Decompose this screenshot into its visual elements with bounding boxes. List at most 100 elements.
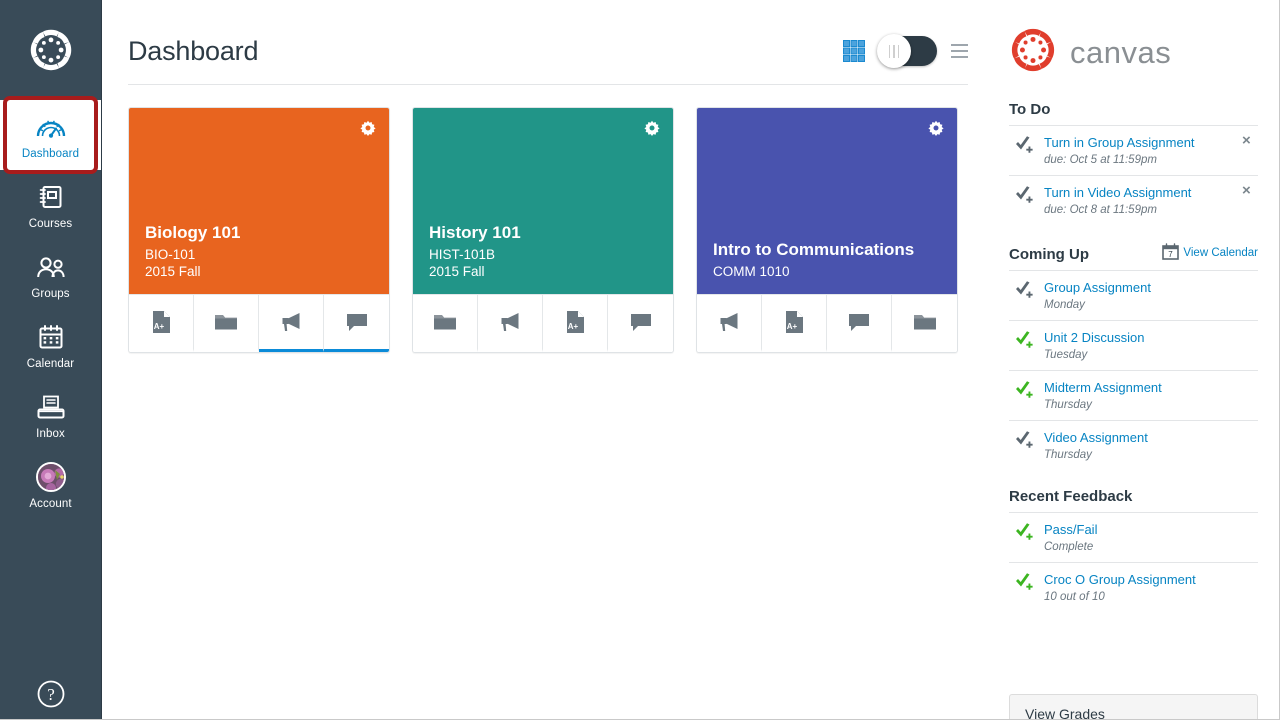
todo-item-link[interactable]: Turn in Group Assignment	[1044, 134, 1233, 151]
announcements-icon[interactable]	[697, 295, 762, 352]
svg-text:A+: A+	[153, 322, 164, 331]
sidebar-item-label: Calendar	[26, 357, 75, 370]
coming-up-item-link[interactable]: Unit 2 Discussion	[1044, 329, 1258, 346]
view-grades-label: View Grades	[1025, 706, 1105, 720]
feedback-item-link[interactable]: Pass/Fail	[1044, 521, 1258, 538]
account-avatar-icon	[35, 460, 66, 494]
list-item[interactable]: Midterm Assignment Thursday	[1009, 371, 1258, 421]
course-card-code: COMM 1010	[713, 264, 790, 279]
list-item-body: Turn in Video Assignment due: Oct 8 at 1…	[1044, 184, 1233, 218]
sidebar-item-label: Courses	[28, 217, 73, 230]
view-grades-button[interactable]: View Grades	[1009, 694, 1258, 720]
announcements-icon[interactable]	[478, 295, 543, 352]
files-icon[interactable]	[892, 295, 957, 352]
list-item-body: Turn in Group Assignment due: Oct 5 at 1…	[1044, 134, 1233, 168]
assignments-icon[interactable]: A+	[762, 295, 827, 352]
todo-section: To Do Turn in Group Assignment due: Oct …	[1009, 101, 1258, 225]
global-navigation: Dashboard Courses Groups Calendar Inbox …	[0, 0, 102, 720]
coming-up-title: Coming Up	[1009, 246, 1089, 263]
list-item[interactable]: Turn in Group Assignment due: Oct 5 at 1…	[1009, 126, 1258, 176]
coming-up-header: Coming Up 7 View Calendar	[1009, 243, 1258, 270]
list-item[interactable]: Video Assignment Thursday	[1009, 421, 1258, 470]
close-icon[interactable]: ×	[1242, 133, 1258, 148]
svg-text:A+: A+	[567, 322, 578, 331]
discussions-icon[interactable]	[827, 295, 892, 352]
sidebar-item-groups[interactable]: Groups	[0, 240, 101, 310]
dashboard-icon	[36, 110, 66, 144]
announcements-icon[interactable]	[259, 295, 324, 352]
sidebar-item-courses[interactable]: Courses	[0, 170, 101, 240]
feedback-item-link[interactable]: Croc O Group Assignment	[1044, 571, 1258, 588]
course-card-actions: A+	[129, 294, 389, 352]
course-card-actions: A+	[697, 294, 957, 352]
list-item[interactable]: Turn in Video Assignment due: Oct 8 at 1…	[1009, 176, 1258, 225]
gear-icon[interactable]	[644, 120, 660, 136]
coming-up-item-link[interactable]: Video Assignment	[1044, 429, 1258, 446]
svg-text:?: ?	[47, 685, 55, 704]
todo-item-due: due: Oct 5 at 11:59pm	[1044, 154, 1157, 166]
files-icon[interactable]	[413, 295, 478, 352]
course-card-title: Intro to Communications	[713, 240, 915, 259]
assignment-check-gray-icon	[1015, 429, 1035, 448]
recent-feedback-title: Recent Feedback	[1009, 488, 1133, 505]
dashboard-view-toggle[interactable]	[877, 34, 937, 68]
sidebar-item-label: Groups	[31, 287, 70, 300]
list-item-body: Croc O Group Assignment 10 out of 10	[1044, 571, 1258, 605]
sidebar-item-dashboard[interactable]: Dashboard	[0, 96, 101, 174]
list-item[interactable]: Unit 2 Discussion Tuesday	[1009, 321, 1258, 371]
list-item-body: Video Assignment Thursday	[1044, 429, 1258, 463]
avatar	[35, 461, 66, 492]
list-item[interactable]: Croc O Group Assignment 10 out of 10	[1009, 563, 1258, 612]
courses-icon	[38, 180, 64, 214]
files-icon[interactable]	[194, 295, 259, 352]
assignments-icon[interactable]: A+	[543, 295, 608, 352]
close-icon[interactable]: ×	[1242, 183, 1258, 198]
main-content: Dashboard Biology 101 BIO-101 2015 Fall …	[102, 0, 1000, 720]
inbox-icon	[37, 390, 65, 424]
view-calendar-link[interactable]: 7 View Calendar	[1162, 243, 1258, 263]
todo-item-due: due: Oct 8 at 11:59pm	[1044, 204, 1157, 216]
canvas-wordmark: canvas	[1070, 34, 1172, 70]
sidebar-item-inbox[interactable]: Inbox	[0, 380, 101, 450]
todo-title: To Do	[1009, 101, 1051, 118]
help-button[interactable]: ?	[0, 674, 101, 718]
help-icon: ?	[36, 679, 66, 714]
list-item-body: Midterm Assignment Thursday	[1044, 379, 1258, 413]
assignment-check-green-icon	[1015, 379, 1035, 398]
course-card-title: Biology 101	[145, 223, 241, 242]
course-card[interactable]: History 101 HIST-101B 2015 Fall A+	[412, 107, 674, 353]
gear-icon[interactable]	[360, 120, 376, 136]
discussions-icon[interactable]	[324, 295, 389, 352]
list-item[interactable]: Group Assignment Monday	[1009, 271, 1258, 321]
course-card[interactable]: Intro to Communications COMM 1010 A+	[696, 107, 958, 353]
calendar-icon: 7	[1162, 243, 1180, 263]
coming-up-item-day: Tuesday	[1044, 349, 1088, 361]
calendar-day-number: 7	[1169, 250, 1174, 259]
assignments-icon[interactable]: A+	[129, 295, 194, 352]
card-view-grid-icon[interactable]	[843, 40, 865, 62]
discussions-icon[interactable]	[608, 295, 673, 352]
sidebar-item-account[interactable]: Account	[0, 450, 101, 520]
recent-feedback-header: Recent Feedback	[1009, 488, 1258, 512]
sidebar-item-label: Dashboard	[21, 147, 80, 160]
coming-up-item-link[interactable]: Group Assignment	[1044, 279, 1258, 296]
gear-icon[interactable]	[928, 120, 944, 136]
canvas-logo-icon[interactable]	[0, 0, 101, 100]
list-item[interactable]: Pass/Fail Complete	[1009, 513, 1258, 563]
page-title: Dashboard	[128, 35, 259, 66]
svg-text:A+: A+	[786, 322, 797, 331]
course-card-term: 2015 Fall	[429, 264, 485, 279]
coming-up-item-link[interactable]: Midterm Assignment	[1044, 379, 1258, 396]
right-sidebar: canvas To Do Turn in Group Assignment du…	[1000, 0, 1280, 720]
canvas-brand: canvas	[1009, 0, 1258, 101]
assignment-check-green-icon	[1015, 521, 1035, 540]
groups-icon	[35, 250, 67, 284]
todo-item-link[interactable]: Turn in Video Assignment	[1044, 184, 1233, 201]
course-card-actions: A+	[413, 294, 673, 352]
course-card-code: BIO-101	[145, 247, 196, 262]
list-view-icon[interactable]	[951, 43, 968, 59]
sidebar-item-label: Inbox	[36, 427, 65, 440]
sidebar-item-calendar[interactable]: Calendar	[0, 310, 101, 380]
canvas-logo-icon	[1009, 26, 1057, 79]
course-card[interactable]: Biology 101 BIO-101 2015 Fall A+	[128, 107, 390, 353]
